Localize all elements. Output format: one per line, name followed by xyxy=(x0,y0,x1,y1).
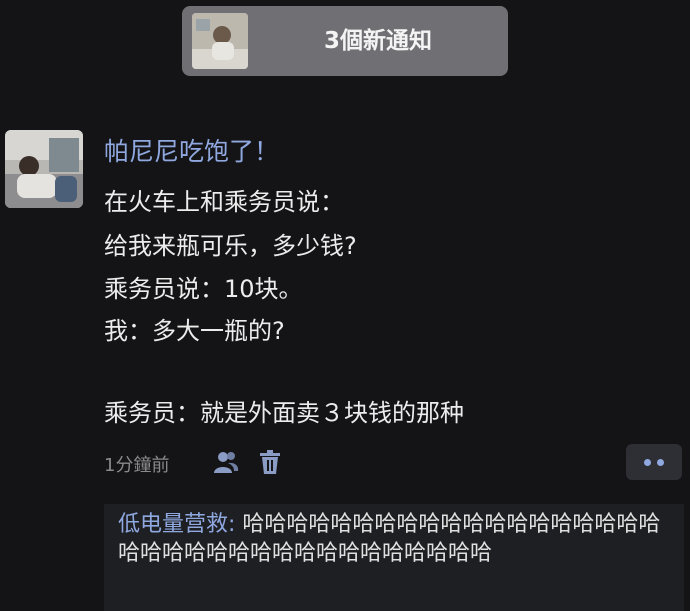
notification-banner[interactable]: 3個新通知 xyxy=(182,6,508,76)
trash-icon[interactable] xyxy=(257,449,283,475)
notification-thumbnail xyxy=(192,13,248,69)
users-icon[interactable] xyxy=(213,449,239,475)
message-line: 我：多大一瓶的? xyxy=(104,317,285,345)
message-line: 乘务员说：10块。 xyxy=(104,275,303,303)
username[interactable]: 帕尼尼吃饱了！ xyxy=(104,132,279,168)
reply-comment: 低电量营救: 哈哈哈哈哈哈哈哈哈哈哈哈哈哈哈哈哈哈哈哈哈哈哈哈哈哈哈哈哈哈哈哈哈… xyxy=(104,504,684,611)
message-line: 给我来瓶可乐，多少钱? xyxy=(104,232,357,260)
message-line: 乘务员：就是外面卖３块钱的那种 xyxy=(104,399,464,427)
notification-text: 3個新通知 xyxy=(323,28,432,54)
avatar[interactable] xyxy=(5,130,83,208)
post-timestamp: 1分鐘前 xyxy=(104,455,170,476)
reply-username[interactable]: 低电量营救: xyxy=(118,512,235,537)
message-line: 在火车上和乘务员说： xyxy=(104,188,344,216)
more-icon[interactable] xyxy=(626,444,682,480)
